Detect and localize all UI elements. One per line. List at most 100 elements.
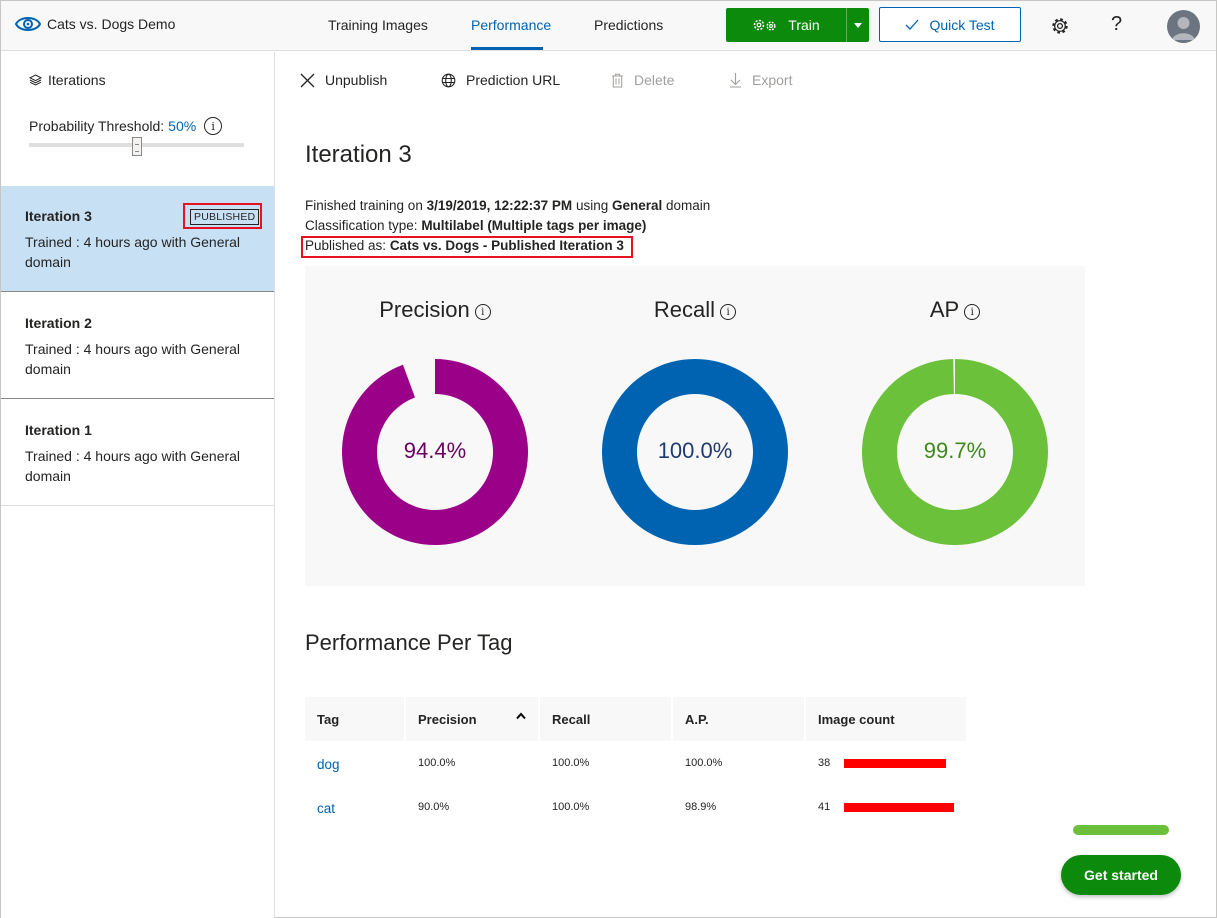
tab-training-images[interactable]: Training Images [328,17,428,33]
metric-title-label: Recall [653,297,716,322]
column-header-precision[interactable]: Precision [406,697,538,741]
classification-type-label: Classification type: [305,218,422,233]
unpublish-button[interactable]: Unpublish [300,72,387,88]
help-icon[interactable]: ? [1111,13,1122,36]
settings-gear-icon[interactable] [1050,16,1070,36]
precision-metric: Precision i 94.4% [305,266,565,586]
tab-predictions[interactable]: Predictions [594,17,663,33]
checkmark-icon [905,19,919,30]
performance-per-tag-table: Tag Precision Recall A.P. Image count do… [303,697,968,829]
iteration-description: Trained : 4 hours ago with General domai… [25,234,241,270]
globe-icon [441,73,456,87]
metrics-panel: Precision i 94.4% Recall i 100.0% AP i 9… [305,266,1085,586]
metric-title: Precision i [305,297,565,323]
threshold-label: Probability Threshold: [29,118,165,134]
active-tab-indicator [471,47,543,50]
iterations-label: Iterations [48,72,106,88]
train-label: Train [788,17,820,33]
iteration-name: Iteration 2 [25,315,92,331]
classification-type-value: Multilabel (Multiple tags per image) [421,218,647,233]
page-title: Iteration 3 [305,141,412,168]
iteration-item[interactable]: Iteration 1 Trained : 4 hours ago with G… [1,400,274,506]
prediction-url-label: Prediction URL [466,72,561,88]
train-dropdown-button[interactable] [846,8,869,42]
column-header-recall[interactable]: Recall [540,697,671,741]
app-title: Cats vs. Dogs Demo [47,16,176,32]
recall-cell: 100.0% [552,801,590,813]
table-row: dog 100.0% 100.0% 100.0% 38 [305,741,966,785]
info-icon[interactable]: i [964,304,981,320]
metric-title-label: Precision [379,297,470,322]
table-row: cat 90.0% 100.0% 98.9% 41 [305,785,966,829]
tag-link[interactable]: dog [305,741,404,785]
training-date: 3/19/2019, 12:22:37 PM [426,198,573,213]
top-bar: Cats vs. Dogs Demo Training Images Perfo… [1,1,1216,51]
unpublish-label: Unpublish [325,72,388,88]
tab-performance[interactable]: Performance [471,17,551,33]
column-header-tag[interactable]: Tag [305,697,404,741]
quick-test-label: Quick Test [929,16,995,33]
delete-label: Delete [634,72,675,88]
training-info-mid: using [572,198,612,213]
metric-value: 94.4% [403,438,467,463]
gears-icon [753,19,776,31]
probability-threshold: Probability Threshold: 50% i [29,117,223,135]
quick-test-button[interactable]: Quick Test [879,7,1021,42]
ap-metric: AP i 99.7% [825,266,1085,586]
iteration-description: Trained : 4 hours ago with General domai… [25,341,241,377]
published-as: Published as: Cats vs. Dogs - Published … [305,238,624,253]
iteration-name: Iteration 1 [25,422,92,438]
export-label: Export [752,72,793,88]
delete-button[interactable]: Delete [611,72,674,88]
iteration-description: Trained : 4 hours ago with General domai… [25,448,241,484]
metric-title: Recall i [565,297,825,323]
metric-value: 100.0% [657,438,733,463]
image-count: 38 [818,757,831,769]
recall-cell: 100.0% [552,757,590,769]
image-count-bar [844,802,955,812]
iterations-sidebar: Iterations Probability Threshold: 50% i … [1,52,275,918]
metric-value: 99.7% [923,438,987,463]
iteration-item[interactable]: Iteration 3 PUBLISHED Trained : 4 hours … [1,186,274,292]
trash-icon [612,73,623,87]
table-header-row: Tag Precision Recall A.P. Image count [305,697,967,741]
get-started-button[interactable]: Get started [1061,855,1181,895]
download-arrow-icon [730,73,741,88]
recall-metric: Recall i 100.0% [565,266,825,586]
info-icon[interactable]: i [720,304,737,320]
classification-type: Classification type: Multilabel (Multipl… [305,218,646,233]
image-count-bar [844,758,947,768]
prediction-url-button[interactable]: Prediction URL [441,72,560,88]
eye-gear-icon[interactable] [15,13,41,35]
precision-cell: 90.0% [418,801,450,813]
info-icon[interactable]: i [474,304,491,320]
threshold-value: 50% [168,118,197,134]
training-domain: General [611,198,663,213]
image-count-cell: 38 [806,741,966,785]
training-info-prefix: Finished training on [305,198,427,213]
metric-title: AP i [825,297,1085,323]
onboarding-progress-bar [1073,825,1169,835]
info-icon[interactable]: i [204,117,223,135]
column-header-ap[interactable]: A.P. [673,697,804,741]
tag-link[interactable]: cat [305,785,404,829]
layers-icon [29,74,42,86]
iterations-header: Iterations [29,72,106,88]
train-button[interactable]: Train [726,8,846,42]
published-badge: PUBLISHED [190,209,260,225]
iteration-item[interactable]: Iteration 2 Trained : 4 hours ago with G… [1,293,274,399]
iteration-name: Iteration 3 [25,208,92,224]
threshold-slider-thumb[interactable] [131,137,142,156]
export-button[interactable]: Export [729,72,792,88]
published-as-label: Published as: [305,238,390,253]
person-icon [1172,17,1195,40]
ap-cell: 100.0% [685,757,723,769]
performance-per-tag-title: Performance Per Tag [305,630,513,655]
image-count: 41 [818,801,831,813]
published-as-value: Cats vs. Dogs - Published Iteration 3 [389,238,624,253]
column-header-image-count[interactable]: Image count [806,697,967,741]
published-badge-highlight: PUBLISHED [183,203,262,229]
training-info: Finished training on 3/19/2019, 12:22:37… [305,198,710,213]
column-header-label: Precision [418,711,477,727]
user-avatar[interactable] [1167,10,1200,43]
